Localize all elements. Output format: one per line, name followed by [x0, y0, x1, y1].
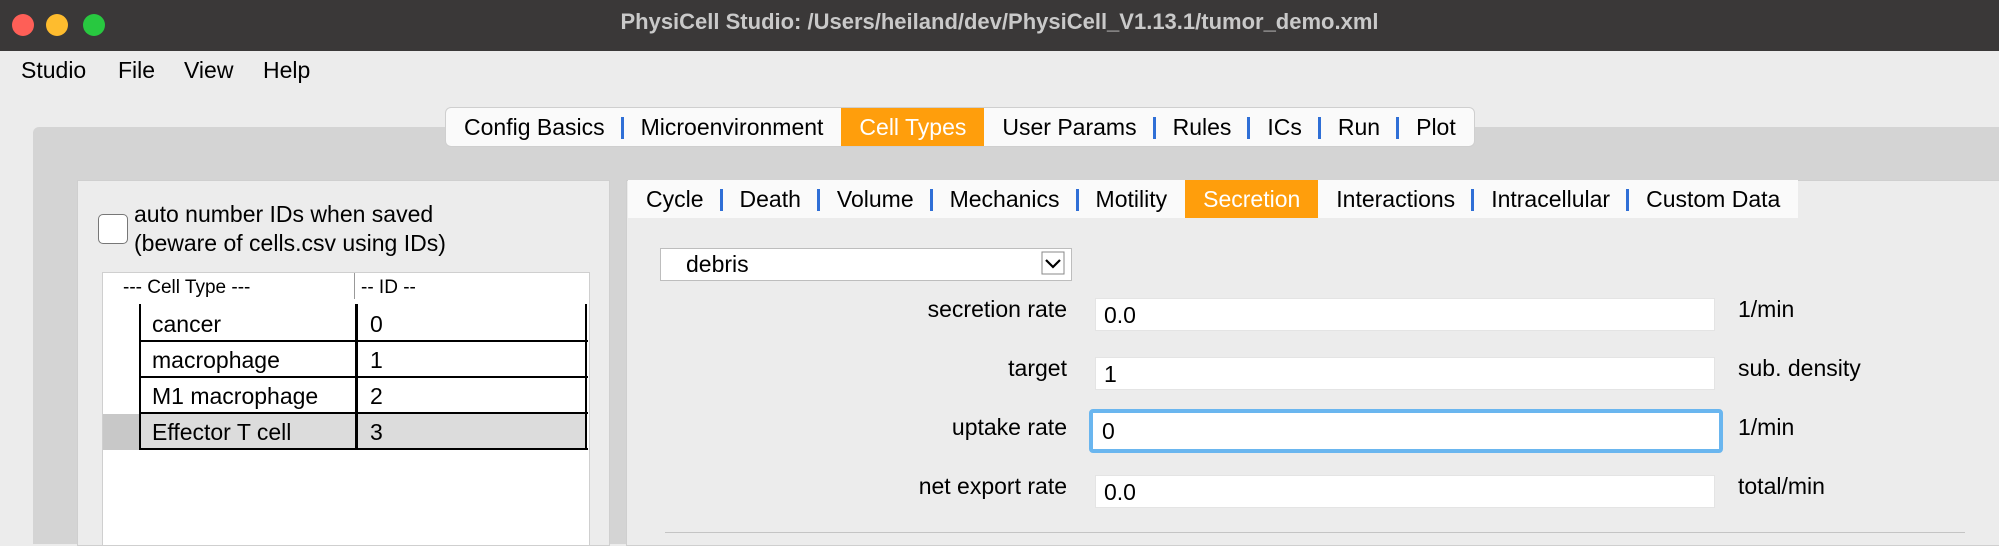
row-selector-gutter[interactable] [103, 414, 139, 450]
chevron-down-icon [1041, 251, 1065, 275]
menu-bar: Studio File View Help [0, 51, 1999, 89]
auto-number-ids-label: auto number IDs when saved (beware of ce… [134, 200, 446, 258]
table-grid-line [139, 376, 588, 378]
tab-label: Microenvironment [640, 114, 824, 140]
substrate-dropdown-value: debris [686, 251, 749, 277]
tab-user-params[interactable]: User Params [984, 108, 1156, 146]
secretion-rate-input[interactable]: 0.0 [1095, 298, 1715, 331]
tab-label: ICs [1267, 114, 1302, 140]
tab-label: Intracellular [1491, 186, 1611, 212]
tab-label: Motility [1095, 186, 1168, 212]
tab-run[interactable]: Run [1320, 108, 1400, 146]
tab-cycle[interactable]: Cycle [628, 180, 723, 218]
cell-type-id[interactable]: 1 [359, 342, 584, 378]
tab-custom-data[interactable]: Custom Data [1628, 180, 1798, 218]
tab-intracellular[interactable]: Intracellular [1473, 180, 1630, 218]
tab-plot[interactable]: Plot [1398, 108, 1474, 146]
table-grid-line [139, 340, 588, 342]
tab-label: Config Basics [464, 114, 605, 140]
title-bar: PhysiCell Studio: /Users/heiland/dev/Phy… [0, 0, 1999, 51]
cell-type-id[interactable]: 2 [359, 378, 584, 414]
tab-motility[interactable]: Motility [1078, 180, 1186, 218]
menu-view[interactable]: View [184, 57, 233, 84]
target-label: target [1008, 355, 1067, 381]
tab-label: Cell Types [859, 114, 967, 140]
cell-type-id[interactable]: 3 [359, 414, 584, 450]
table-grid-line [139, 412, 588, 414]
menu-file[interactable]: File [118, 57, 155, 84]
tab-ics[interactable]: ICs [1249, 108, 1321, 146]
tab-label: Cycle [646, 186, 704, 212]
target-input[interactable]: 1 [1095, 357, 1715, 390]
cell-type-name[interactable]: macrophage [141, 342, 356, 378]
tab-interactions[interactable]: Interactions [1318, 180, 1475, 218]
tab-label: Rules [1172, 114, 1232, 140]
cell-type-name[interactable]: Effector T cell [141, 414, 356, 450]
tab-cell-types[interactable]: Cell Types [841, 108, 985, 146]
header-divider [354, 273, 355, 299]
menu-help[interactable]: Help [263, 57, 310, 84]
tab-label: Death [739, 186, 801, 212]
section-divider [665, 532, 1965, 533]
table-grid-line [139, 304, 141, 450]
tab-label: Plot [1416, 114, 1456, 140]
tab-label: User Params [1002, 114, 1137, 140]
cell-type-name[interactable]: M1 macrophage [141, 378, 356, 414]
main-tab-bar: Config Basics Microenvironment Cell Type… [445, 107, 1475, 147]
table-grid-line [139, 448, 588, 450]
column-header-id[interactable]: -- ID -- [361, 277, 416, 299]
tab-label: Interactions [1336, 186, 1456, 212]
uptake-rate-input[interactable]: 0 [1089, 409, 1723, 453]
net-export-rate-label: net export rate [918, 473, 1067, 499]
tab-label: Volume [836, 186, 914, 212]
substrate-dropdown[interactable]: debris [660, 248, 1072, 281]
column-header-cell-type[interactable]: --- Cell Type --- [123, 277, 250, 299]
window-title: PhysiCell Studio: /Users/heiland/dev/Phy… [620, 9, 1379, 34]
tab-config-basics[interactable]: Config Basics [446, 108, 624, 146]
net-export-rate-input[interactable]: 0.0 [1095, 475, 1715, 508]
uptake-rate-unit: 1/min [1738, 414, 1795, 440]
tab-label: Custom Data [1646, 186, 1781, 212]
table-grid-line [355, 304, 358, 450]
tab-label: Run [1337, 114, 1381, 140]
secretion-rate-label: secretion rate [927, 296, 1067, 322]
cell-param-tab-bar: Cycle Death Volume Mechanics Motility Se… [628, 180, 1799, 218]
table-grid-line [585, 304, 587, 450]
tab-microenvironment[interactable]: Microenvironment [623, 108, 842, 146]
checkbox-label-line2: (beware of cells.csv using IDs) [134, 230, 446, 256]
tab-label: Mechanics [949, 186, 1060, 212]
tab-death[interactable]: Death [722, 180, 820, 218]
cell-type-name[interactable]: cancer [141, 306, 356, 342]
auto-number-ids-checkbox[interactable] [98, 214, 128, 244]
target-unit: sub. density [1738, 355, 1861, 381]
tab-label: Secretion [1203, 186, 1301, 212]
net-export-rate-unit: total/min [1738, 473, 1825, 499]
menu-studio[interactable]: Studio [21, 57, 86, 84]
tab-volume[interactable]: Volume [819, 180, 933, 218]
checkbox-label-line1: auto number IDs when saved [134, 201, 434, 227]
tab-mechanics[interactable]: Mechanics [932, 180, 1079, 218]
tab-rules[interactable]: Rules [1155, 108, 1251, 146]
tab-secretion[interactable]: Secretion [1185, 180, 1319, 218]
uptake-rate-label: uptake rate [951, 414, 1067, 440]
cell-type-id[interactable]: 0 [359, 306, 584, 342]
secretion-rate-unit: 1/min [1738, 296, 1795, 322]
